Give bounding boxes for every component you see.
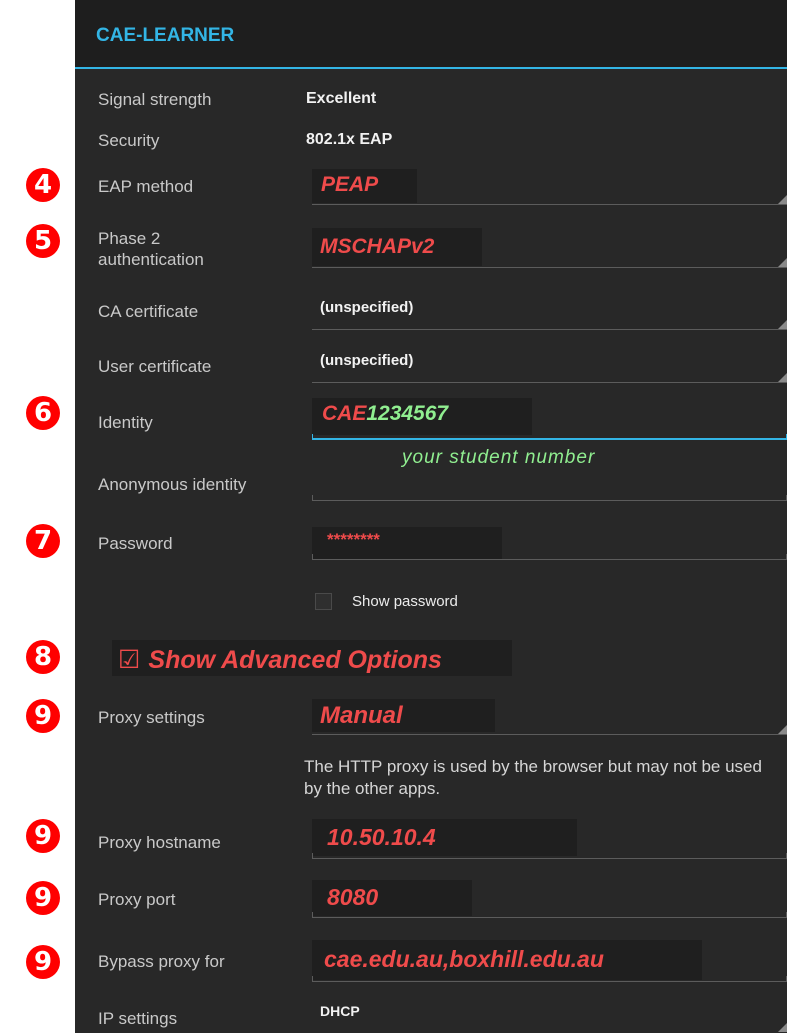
step-badge-9: 9: [26, 819, 60, 853]
step-badge-7: 7: [26, 524, 60, 558]
proxy-port-label: Proxy port: [98, 890, 176, 909]
show-advanced-options[interactable]: ☑ Show Advanced Options: [118, 645, 442, 675]
user-certificate-label: User certificate: [98, 357, 212, 376]
anonymous-identity-input[interactable]: [312, 465, 787, 501]
ca-certificate-value: (unspecified): [320, 299, 414, 316]
header-divider: [75, 67, 787, 69]
identity-prefix: CAE: [322, 402, 367, 425]
dropdown-arrow-icon: [778, 258, 787, 267]
password-value: ********: [327, 530, 380, 549]
show-password-label: Show password: [352, 593, 458, 610]
phase2-label: Phase 2 authentication: [98, 229, 204, 269]
proxy-port-input[interactable]: [312, 878, 787, 918]
dropdown-arrow-icon: [778, 320, 787, 329]
password-label: Password: [98, 534, 173, 553]
security-value: 802.1x EAP: [306, 131, 393, 148]
step-badge-5: 5: [26, 224, 60, 258]
identity-value: CAE1234567: [322, 402, 448, 426]
signal-strength-label: Signal strength: [98, 90, 212, 109]
network-name: CAE-LEARNER: [96, 25, 235, 46]
dropdown-arrow-icon: [778, 1023, 787, 1032]
phase2-value: MSCHAPv2: [320, 235, 435, 258]
step-badge-4: 4: [26, 168, 60, 202]
dropdown-arrow-icon: [778, 373, 787, 382]
proxy-settings-value: Manual: [320, 702, 403, 729]
proxy-note: The HTTP proxy is used by the browser bu…: [304, 757, 762, 798]
identity-label: Identity: [98, 413, 153, 432]
ca-certificate-label: CA certificate: [98, 302, 199, 321]
signal-strength-value: Excellent: [306, 90, 377, 107]
identity-number: 1234567: [366, 402, 449, 425]
step-badge-8: 8: [26, 640, 60, 674]
proxy-port-value: 8080: [327, 884, 379, 910]
ip-settings-value: DHCP: [320, 1003, 360, 1019]
security-label: Security: [98, 131, 160, 150]
bypass-proxy-label: Bypass proxy for: [98, 952, 225, 971]
anonymous-identity-label: Anonymous identity: [98, 475, 247, 494]
step-badge-9: 9: [26, 699, 60, 733]
ip-settings-dropdown[interactable]: [312, 996, 787, 1033]
eap-method-dropdown[interactable]: [312, 169, 787, 205]
proxy-settings-label: Proxy settings: [98, 708, 205, 727]
checked-box-icon: ☑: [118, 645, 141, 674]
dropdown-arrow-icon: [778, 725, 787, 734]
proxy-hostname-value: 10.50.10.4: [327, 824, 436, 850]
step-badge-6: 6: [26, 396, 60, 430]
step-badge-9: 9: [26, 881, 60, 915]
dialog-header: CAE-LEARNER: [75, 0, 787, 67]
proxy-hostname-label: Proxy hostname: [98, 833, 221, 852]
password-input[interactable]: [312, 525, 787, 560]
show-advanced-label: Show Advanced Options: [148, 646, 442, 674]
dropdown-arrow-icon: [778, 195, 787, 204]
bypass-proxy-value: cae.edu.au,boxhill.edu.au: [324, 946, 604, 972]
ip-settings-label: IP settings: [98, 1009, 178, 1028]
step-badge-9: 9: [26, 945, 60, 979]
user-certificate-value: (unspecified): [320, 352, 414, 369]
eap-method-label: EAP method: [98, 177, 194, 196]
show-password-checkbox[interactable]: [315, 593, 332, 610]
eap-method-value: PEAP: [321, 173, 379, 196]
